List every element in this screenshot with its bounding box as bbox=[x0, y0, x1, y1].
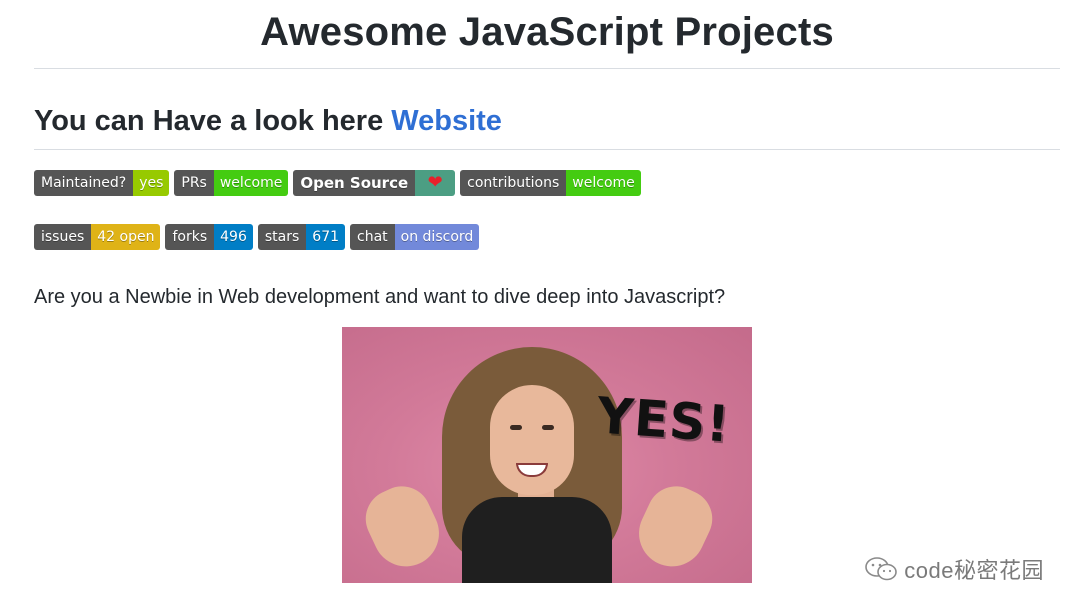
badge-stars[interactable]: stars 671 bbox=[257, 224, 346, 250]
shirt-shape bbox=[462, 497, 612, 583]
badge-label: chat bbox=[350, 224, 395, 250]
badge-value: welcome bbox=[566, 170, 641, 196]
badge-open-source[interactable]: Open Source ❤ bbox=[293, 170, 456, 196]
badge-value: 496 bbox=[214, 224, 253, 250]
intro-question: Are you a Newbie in Web development and … bbox=[34, 286, 726, 308]
watermark: code秘密花园 bbox=[864, 553, 1044, 585]
badge-value: 42 open bbox=[91, 224, 161, 250]
readme-content: Awesome JavaScript Projects You can Have… bbox=[34, 0, 1060, 330]
section-heading: You can Have a look here Website bbox=[34, 103, 1060, 150]
badge-value: 671 bbox=[306, 224, 346, 250]
yes-gif-image: YES! bbox=[342, 327, 752, 583]
watermark-text: code秘密花园 bbox=[904, 558, 1044, 583]
badge-maintained[interactable]: Maintained? yes bbox=[34, 170, 170, 196]
badge-issues[interactable]: issues 42 open bbox=[34, 224, 161, 250]
gif-caption: YES! bbox=[594, 386, 732, 454]
wechat-icon bbox=[864, 556, 898, 582]
page-title: Awesome JavaScript Projects bbox=[34, 0, 1060, 69]
hand-left bbox=[356, 476, 450, 578]
badge-forks[interactable]: forks 496 bbox=[165, 224, 253, 250]
eye-left bbox=[510, 425, 522, 430]
section-heading-text: You can Have a look here bbox=[34, 105, 392, 137]
badge-prs[interactable]: PRs welcome bbox=[174, 170, 289, 196]
badge-label: stars bbox=[257, 224, 307, 250]
heart-icon: ❤ bbox=[415, 170, 456, 196]
badge-label: Maintained? bbox=[34, 170, 134, 196]
badge-value: welcome bbox=[213, 170, 289, 196]
badge-value: yes bbox=[133, 170, 170, 196]
badge-label: contributions bbox=[460, 170, 567, 196]
badge-contributions[interactable]: contributions welcome bbox=[460, 170, 641, 196]
badge-row-1: Maintained? yes PRs welcome Open Source … bbox=[34, 170, 1060, 196]
website-link[interactable]: Website bbox=[391, 105, 502, 137]
badge-label: forks bbox=[165, 224, 215, 250]
badge-value: on discord bbox=[394, 224, 480, 250]
mouth-shape bbox=[516, 463, 548, 477]
badge-label: PRs bbox=[174, 170, 214, 196]
hand-right bbox=[628, 476, 722, 578]
badge-label: issues bbox=[34, 224, 92, 250]
eye-right bbox=[542, 425, 554, 430]
badge-row-2: issues 42 open forks 496 stars 671 chat … bbox=[34, 224, 1060, 250]
face-shape bbox=[490, 385, 574, 495]
badge-label: Open Source bbox=[293, 170, 416, 196]
badge-chat[interactable]: chat on discord bbox=[350, 224, 480, 250]
